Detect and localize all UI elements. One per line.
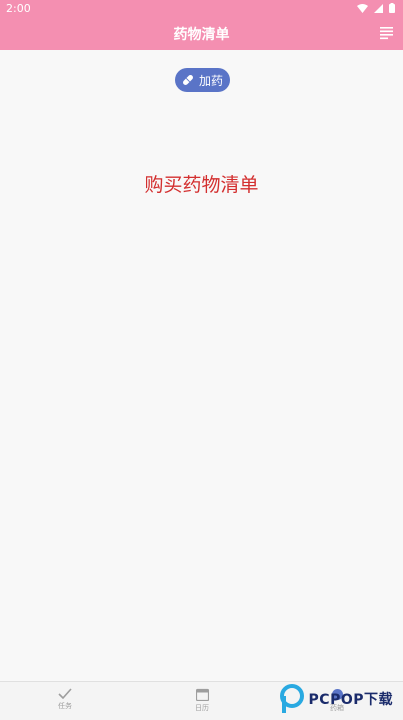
tab-tasks-label: 任务 xyxy=(58,702,72,710)
page-title: 药物清单 xyxy=(173,27,230,43)
status-icons xyxy=(357,3,395,13)
tab-calendar-label: 日历 xyxy=(195,704,209,712)
watermark-text: PCPOP下载 xyxy=(308,692,393,708)
list-icon[interactable] xyxy=(380,26,393,40)
status-bar: 2:00 xyxy=(0,0,403,18)
add-medicine-label: 加药 xyxy=(198,73,223,88)
watermark: PCPOP下载 xyxy=(279,684,393,714)
add-medicine-button[interactable]: 加药 xyxy=(175,68,230,92)
check-icon xyxy=(58,688,72,699)
pcpop-logo-icon xyxy=(279,684,304,713)
bottom-nav: 任务 日历 药箱 PCPOP下载 xyxy=(0,681,403,720)
tab-tasks[interactable]: 任务 xyxy=(58,688,72,711)
battery-icon xyxy=(389,3,395,13)
signal-icon xyxy=(374,3,383,13)
tab-calendar[interactable]: 日历 xyxy=(195,688,209,713)
wifi-icon xyxy=(357,3,368,13)
pill-icon xyxy=(183,75,193,85)
app-bar: 药物清单 xyxy=(0,18,403,50)
shopping-list-headline: 购买药物清单 xyxy=(144,174,259,196)
status-time: 2:00 xyxy=(6,2,31,15)
calendar-icon xyxy=(195,688,209,701)
